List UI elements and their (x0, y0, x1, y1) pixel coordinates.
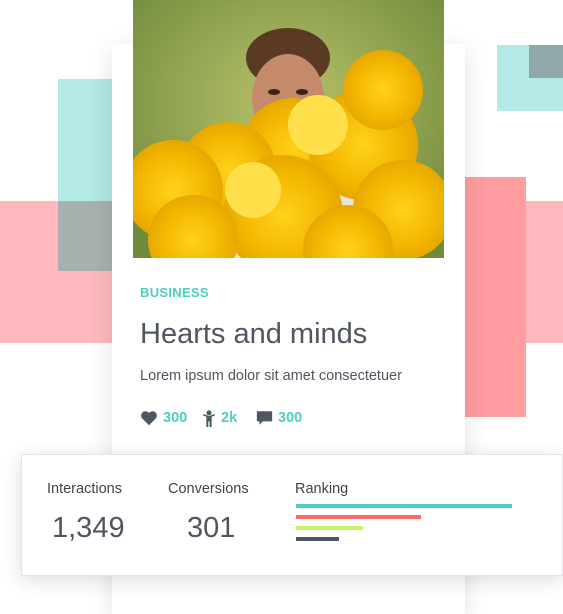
article-photo (133, 0, 444, 258)
ranking-bars (296, 504, 512, 544)
comment-icon (256, 411, 273, 425)
decor-slate-overlap-left (58, 201, 114, 271)
ranking-bar (296, 504, 512, 508)
reach-stat[interactable]: 2k (202, 408, 237, 428)
decor-pink-band-right (526, 201, 563, 343)
likes-count: 300 (163, 410, 188, 426)
ranking-bar (296, 526, 363, 530)
reach-count: 2k (221, 410, 238, 426)
comments-count: 300 (278, 410, 303, 426)
ranking-bar (296, 515, 421, 519)
interactions-label: Interactions (47, 481, 122, 497)
ranking-bar (296, 537, 339, 541)
heart-icon (141, 411, 157, 426)
article-title[interactable]: Hearts and minds (140, 318, 367, 351)
conversions-value: 301 (187, 512, 236, 544)
interactions-value: 1,349 (52, 512, 125, 544)
article-subtitle: Lorem ipsum dolor sit amet consectetuer (140, 368, 402, 384)
decor-slate-square-right (529, 45, 563, 78)
comments-stat[interactable]: 300 (256, 408, 302, 428)
ranking-label: Ranking (295, 481, 349, 497)
conversions-label: Conversions (168, 481, 249, 497)
likes-stat[interactable]: 300 (140, 408, 187, 428)
article-category[interactable]: BUSINESS (140, 285, 209, 300)
metrics-panel: Interactions 1,349 Conversions 301 Ranki… (21, 454, 563, 576)
decor-pink-block-right (465, 177, 526, 417)
photo-illustration (133, 0, 444, 258)
person-icon (202, 409, 216, 427)
